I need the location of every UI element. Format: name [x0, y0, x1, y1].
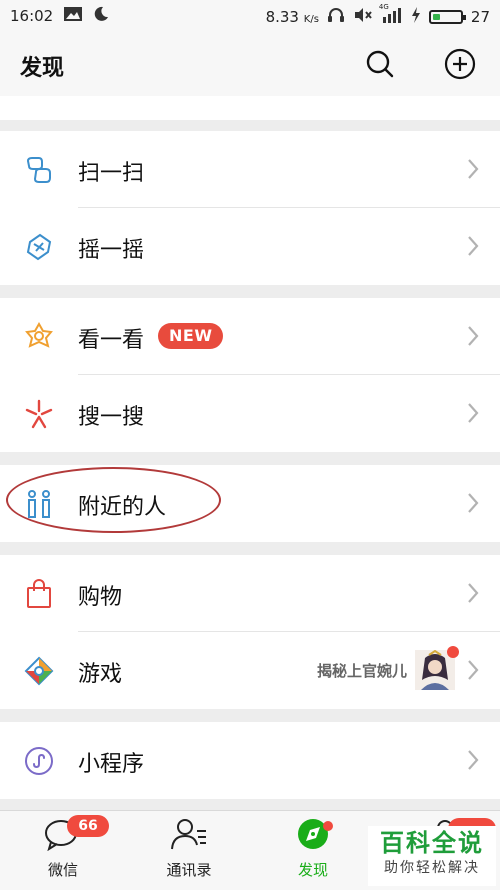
- chevron-right-icon: [468, 236, 479, 256]
- watermark-logo: 百科全说 助你轻松解决: [368, 826, 496, 886]
- chevron-right-icon: [468, 660, 479, 680]
- section-shopping-games: 购物 游戏 揭秘上官婉儿: [0, 555, 500, 709]
- notification-dot: [447, 646, 459, 658]
- moon-icon: [93, 6, 109, 26]
- watermark-title: 百科全说: [380, 829, 484, 857]
- add-button[interactable]: [442, 46, 478, 82]
- annotation-ellipse: [6, 467, 221, 533]
- tab-label: 发现: [297, 861, 328, 879]
- battery-icon: [428, 10, 466, 24]
- mute-icon: [353, 6, 373, 28]
- unread-badge: 66: [67, 815, 109, 837]
- status-time: 16:02: [10, 7, 54, 25]
- chat-icon: 66: [43, 815, 109, 852]
- chevron-right-icon: [468, 583, 479, 603]
- search-button[interactable]: [362, 46, 398, 82]
- top-stories-icon: [25, 322, 53, 348]
- menu-item-scan[interactable]: 扫一扫: [0, 131, 500, 208]
- scan-icon: [26, 157, 51, 183]
- chevron-right-icon: [468, 493, 479, 513]
- battery-level: 27: [470, 8, 490, 26]
- menu-item-label: 摇一摇: [78, 238, 145, 263]
- menu-item-label: 小程序: [78, 752, 145, 777]
- tab-contacts[interactable]: 通讯录: [134, 817, 244, 880]
- menu-item-label: 购物: [78, 585, 123, 610]
- menu-item-mini-programs[interactable]: 小程序: [0, 722, 500, 799]
- menu-item-search[interactable]: 搜一搜: [0, 375, 500, 452]
- network-speed: 8.33 K/s: [265, 8, 319, 26]
- tab-label: 通讯录: [166, 861, 212, 879]
- mini-program-icon: [25, 747, 53, 775]
- chevron-right-icon: [468, 159, 479, 179]
- contacts-icon: [169, 817, 209, 851]
- menu-item-label: 看一看: [78, 328, 145, 353]
- search-star-icon: [25, 399, 53, 429]
- shopping-bag-icon: [27, 579, 51, 608]
- menu-item-label: 搜一搜: [78, 405, 145, 430]
- chevron-right-icon: [468, 326, 479, 346]
- moments-row-partial[interactable]: [0, 96, 500, 120]
- game-promo[interactable]: 揭秘上官婉儿: [316, 646, 459, 690]
- discover-header: 发现: [0, 32, 500, 97]
- status-bar: 16:02 8.33 K/s 4G 27: [0, 0, 500, 32]
- new-badge: NEW: [158, 323, 224, 349]
- chevron-right-icon: [468, 750, 479, 770]
- game-character-avatar: [415, 646, 459, 690]
- tab-discover[interactable]: 发现: [258, 817, 368, 880]
- games-icon: [24, 656, 54, 686]
- page-title: 发现: [20, 56, 65, 81]
- menu-item-shake[interactable]: 摇一摇: [0, 208, 500, 285]
- headset-icon: [327, 6, 345, 28]
- tab-label: 微信: [47, 861, 78, 879]
- plus-circle-icon: [444, 48, 476, 80]
- tab-chats[interactable]: 66 微信: [8, 815, 118, 880]
- game-promo-text: 揭秘上官婉儿: [316, 661, 407, 680]
- shake-icon: [26, 233, 52, 261]
- chevron-right-icon: [468, 403, 479, 423]
- menu-item-shopping[interactable]: 购物: [0, 555, 500, 632]
- search-icon: [366, 50, 394, 78]
- menu-item-label: 游戏: [78, 662, 123, 687]
- section-top-stories-search: 看一看 NEW 搜一搜: [0, 298, 500, 452]
- signal-icon: 4G: [379, 3, 403, 27]
- menu-item-top-stories[interactable]: 看一看 NEW: [0, 298, 500, 375]
- image-notification-icon: [63, 6, 83, 26]
- menu-item-games[interactable]: 游戏 揭秘上官婉儿: [0, 632, 500, 709]
- discover-icon: [293, 817, 333, 851]
- section-mini-programs: 小程序: [0, 722, 500, 799]
- section-scan-shake: 扫一扫 摇一摇: [0, 131, 500, 285]
- menu-item-label: 扫一扫: [78, 161, 145, 186]
- notification-dot: [323, 821, 333, 831]
- watermark-subtitle: 助你轻松解决: [384, 860, 480, 876]
- charging-icon: [411, 7, 421, 27]
